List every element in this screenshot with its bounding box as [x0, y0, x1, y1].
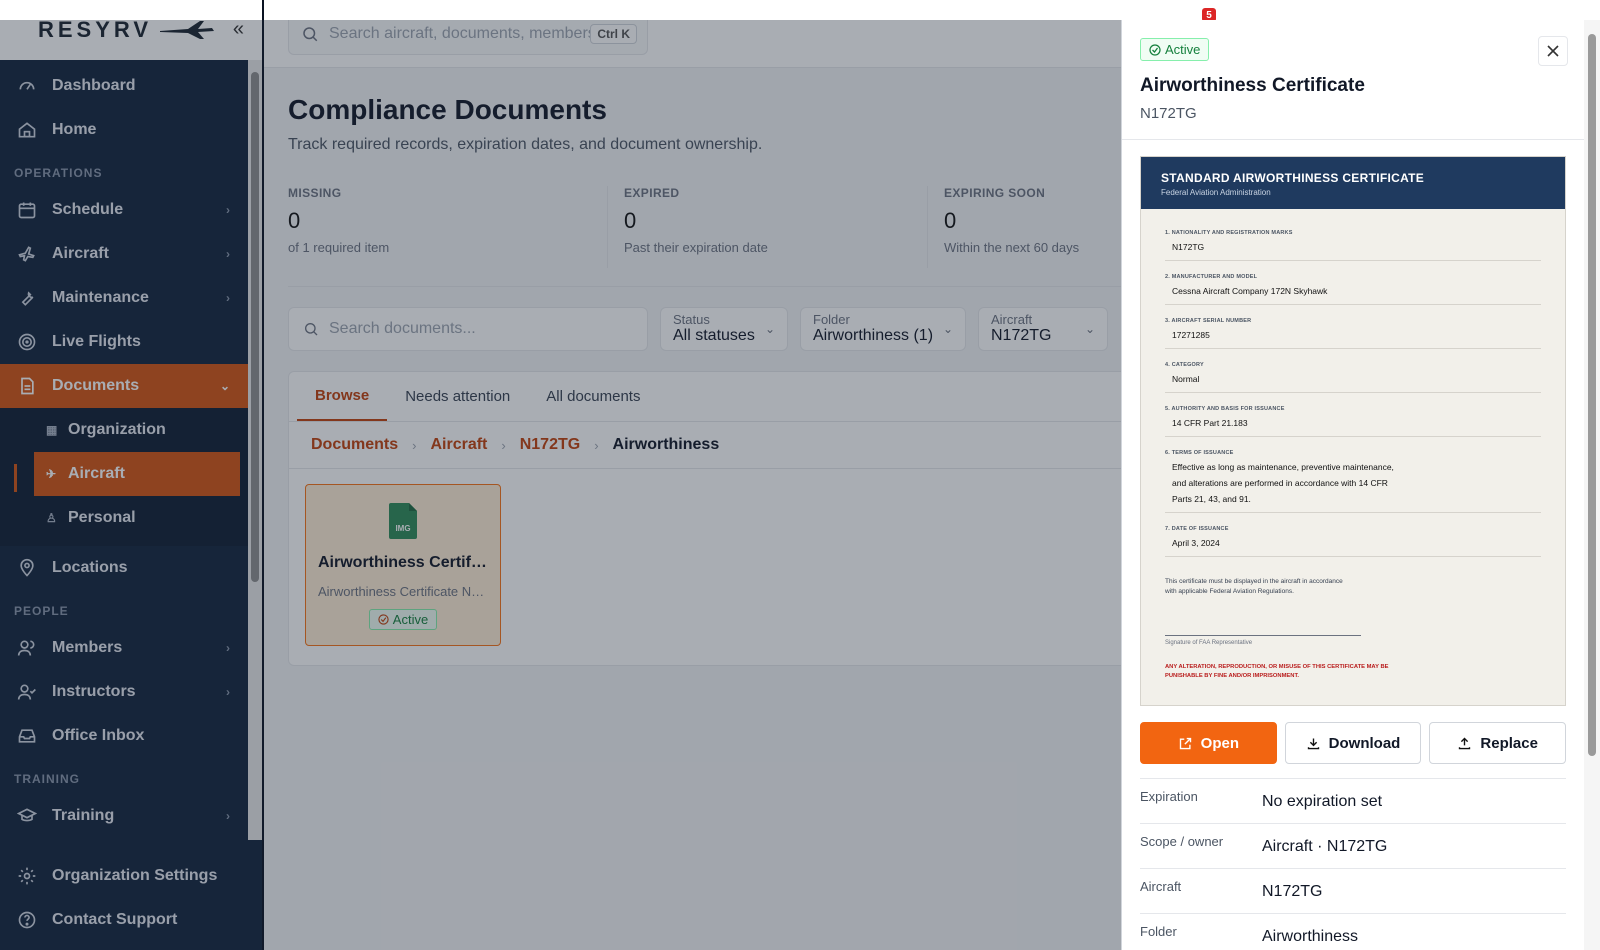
download-icon	[1307, 738, 1319, 749]
replace-button[interactable]: Replace	[1429, 722, 1567, 764]
close-icon	[1547, 45, 1559, 57]
field-label: 5. AUTHORITY AND BASIS FOR ISSUANCE	[1165, 406, 1285, 412]
download-button-label: Download	[1328, 734, 1401, 752]
meta-row-scope: Scope / owner Aircraft · N172TG	[1140, 823, 1566, 868]
field-value: April 3, 2024	[1172, 538, 1220, 548]
field-value: Normal	[1172, 374, 1200, 384]
certificate-agency: Federal Aviation Administration	[1161, 188, 1271, 197]
meta-value: Aircraft · N172TG	[1262, 838, 1388, 855]
certificate-field: 4. CATEGORY Normal	[1165, 349, 1541, 393]
field-value: N172TG	[1172, 242, 1205, 252]
field-label: 3. AIRCRAFT SERIAL NUMBER	[1165, 318, 1252, 324]
meta-key: Expiration	[1140, 789, 1198, 804]
certificate-field: 2. MANUFACTURER AND MODEL Cessna Aircraft…	[1165, 261, 1541, 305]
field-label: 7. DATE OF ISSUANCE	[1165, 526, 1229, 532]
field-value: 17271285	[1172, 330, 1210, 340]
certificate-title: STANDARD AIRWORTHINESS CERTIFICATE	[1161, 171, 1425, 185]
certificate-field: 1. NATIONALITY AND REGISTRATION MARKS N17…	[1165, 217, 1541, 261]
drawer-actions: Open Download Replace	[1140, 722, 1567, 764]
close-drawer-button[interactable]	[1538, 36, 1568, 66]
field-label: 6. TERMS OF ISSUANCE	[1165, 450, 1234, 456]
certificate-field: 5. AUTHORITY AND BASIS FOR ISSUANCE 14 CF…	[1165, 393, 1541, 437]
drawer-subtitle: N172TG	[1140, 105, 1197, 122]
document-drawer: Active Airworthiness Certificate N172TG …	[1121, 20, 1584, 950]
meta-key: Aircraft	[1140, 879, 1182, 894]
external-link-icon	[1179, 737, 1191, 749]
field-value: Cessna Aircraft Company 172N Skyhawk	[1172, 286, 1328, 296]
status-badge-label: Active	[1165, 42, 1201, 57]
meta-key: Folder	[1140, 924, 1177, 939]
certificate-field: 7. DATE OF ISSUANCE April 3, 2024	[1165, 513, 1541, 557]
meta-value: No expiration set	[1262, 793, 1383, 810]
drawer-header: Active Airworthiness Certificate N172TG	[1122, 20, 1584, 140]
top-strip: 5	[264, 0, 1216, 22]
open-button-label: Open	[1200, 734, 1239, 752]
check-circle-icon	[1149, 43, 1161, 56]
download-button[interactable]: Download	[1284, 722, 1422, 764]
certificate-preview[interactable]: STANDARD AIRWORTHINESS CERTIFICATE Feder…	[1140, 156, 1566, 706]
document-metadata: Expiration No expiration set Scope / owne…	[1140, 778, 1566, 950]
meta-row-expiration: Expiration No expiration set	[1140, 778, 1566, 823]
scrollbar-thumb[interactable]	[1588, 34, 1596, 756]
meta-key: Scope / owner	[1140, 834, 1224, 849]
meta-row-aircraft: Aircraft N172TG	[1140, 868, 1566, 913]
field-label: 2. MANUFACTURER AND MODEL	[1165, 274, 1258, 280]
meta-value: Airworthiness	[1262, 928, 1359, 945]
open-button[interactable]: Open	[1140, 722, 1277, 764]
field-value: Effective as long as maintenance, preven…	[1172, 462, 1394, 504]
upload-icon	[1459, 737, 1471, 749]
field-label: 1. NATIONALITY AND REGISTRATION MARKS	[1165, 230, 1293, 236]
certificate-note: This certificate must be displayed in th…	[1165, 578, 1343, 595]
signature-line: Signature of FAA Representative	[1165, 635, 1361, 646]
certificate-fields: 1. NATIONALITY AND REGISTRATION MARKS N17…	[1141, 209, 1565, 557]
certificate-field: 3. AIRCRAFT SERIAL NUMBER 17271285	[1165, 305, 1541, 349]
meta-row-folder: Folder Airworthiness	[1140, 913, 1566, 950]
drawer-scrollbar[interactable]	[1584, 20, 1600, 950]
certificate-field: 6. TERMS OF ISSUANCE Effective as long as…	[1165, 437, 1541, 513]
field-value: 14 CFR Part 21.183	[1172, 418, 1248, 428]
certificate-header: STANDARD AIRWORTHINESS CERTIFICATE Feder…	[1141, 157, 1565, 209]
meta-value: N172TG	[1262, 883, 1323, 900]
status-badge: Active	[1140, 38, 1210, 61]
replace-button-label: Replace	[1480, 734, 1538, 752]
modal-backdrop[interactable]	[0, 20, 1121, 950]
drawer-title: Airworthiness Certificate	[1140, 75, 1365, 96]
field-label: 4. CATEGORY	[1165, 362, 1204, 368]
certificate-warning: ANY ALTERATION, REPRODUCTION, OR MISUSE …	[1165, 664, 1389, 679]
